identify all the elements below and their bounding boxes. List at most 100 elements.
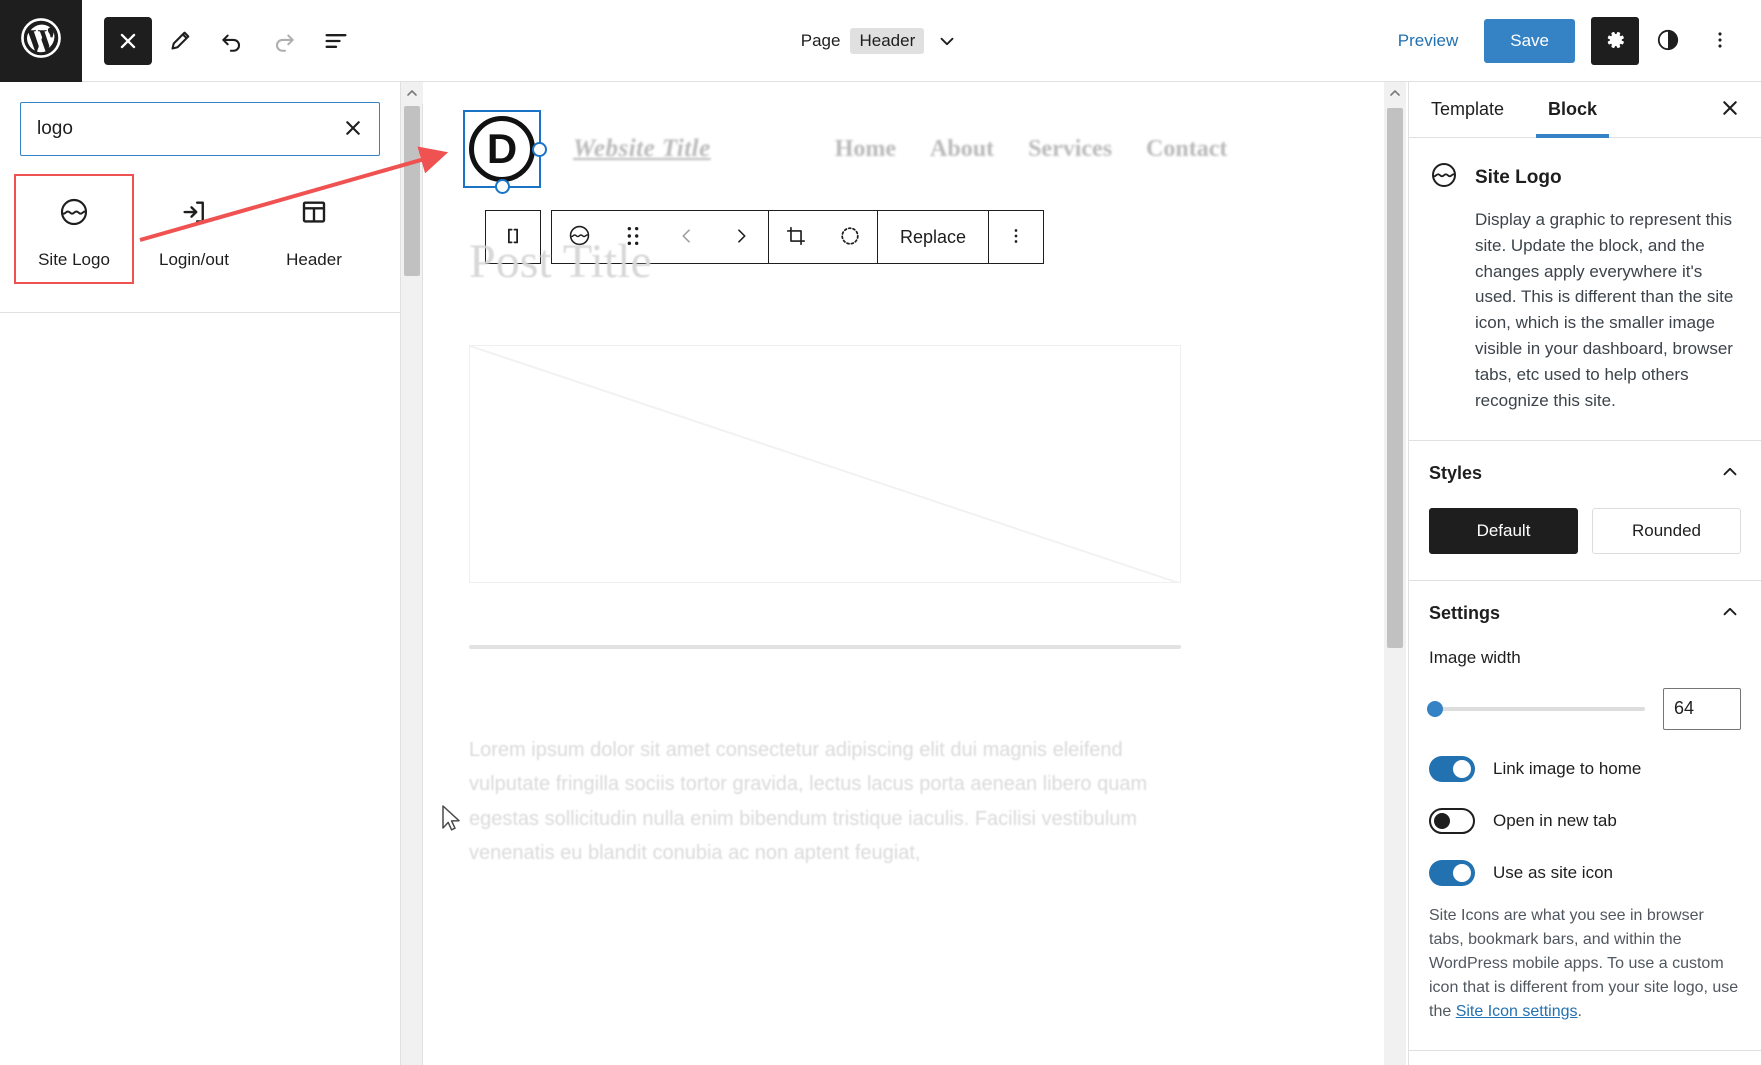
post-title-placeholder[interactable]: Post Title <box>469 234 1232 289</box>
settings-toggle-button[interactable] <box>1591 17 1639 65</box>
list-view-icon <box>322 27 350 55</box>
toggle-knob <box>1434 812 1450 829</box>
wordpress-site-editor: Page Header Preview Save logo Site Logo … <box>0 0 1761 1065</box>
block-item-label: Login/out <box>159 250 229 269</box>
scroll-up-arrow-icon[interactable] <box>1384 82 1406 104</box>
block-info-header: Site Logo <box>1429 160 1741 195</box>
settings-panel: Settings Image width Link image to home <box>1409 581 1761 1051</box>
settings-panel-header[interactable]: Settings <box>1429 601 1741 626</box>
settings-panel-title: Settings <box>1429 602 1501 623</box>
site-logo-image[interactable]: D <box>469 116 535 182</box>
nav-item-services[interactable]: Services <box>1028 136 1112 163</box>
block-inserter-panel: Site Logo Login/out Header <box>0 82 401 1065</box>
tab-block[interactable]: Block <box>1526 82 1619 138</box>
inspector-tabs: Template Block <box>1409 82 1761 138</box>
canvas-scrollbar[interactable] <box>401 82 423 1065</box>
nav-item-home[interactable]: Home <box>835 136 896 163</box>
toggle-row-link-image-to-home: Link image to home <box>1429 755 1741 782</box>
edit-mode-button[interactable] <box>156 17 204 65</box>
undo-button[interactable] <box>208 17 256 65</box>
site-navigation: Home About Services Contact <box>835 136 1228 163</box>
site-logo-block-selected[interactable]: D <box>463 110 547 194</box>
site-title-text[interactable]: Website Title <box>573 135 711 163</box>
close-icon <box>342 117 364 142</box>
block-item-header[interactable]: Header <box>254 174 374 284</box>
block-results-grid: Site Logo Login/out Header <box>0 156 400 304</box>
toggle-row-open-in-new-tab: Open in new tab <box>1429 807 1741 834</box>
clear-search-button[interactable] <box>330 106 376 152</box>
separator-rule <box>469 645 1181 649</box>
login-out-icon <box>179 196 209 228</box>
toggle-knob <box>1453 863 1471 882</box>
image-width-slider[interactable] <box>1427 700 1645 717</box>
toggle-open-in-new-tab[interactable] <box>1429 807 1475 834</box>
toggle-label: Use as site icon <box>1493 862 1613 882</box>
toggle-use-as-site-icon[interactable] <box>1429 859 1475 886</box>
toggle-label: Open in new tab <box>1493 810 1617 830</box>
site-icon-help-text: Site Icons are what you see in browser t… <box>1429 904 1741 1024</box>
chevron-up-icon <box>1719 601 1741 626</box>
document-chevron-down-icon[interactable] <box>934 28 960 54</box>
site-icon-settings-link[interactable]: Site Icon settings <box>1456 1003 1578 1020</box>
canvas-scroll-thumb[interactable] <box>404 106 420 276</box>
document-name-chip[interactable]: Header <box>850 28 925 54</box>
help-text-post: . <box>1577 1002 1582 1020</box>
block-item-label: Header <box>286 250 342 269</box>
wordpress-logo-button[interactable] <box>0 0 82 82</box>
block-info-card: Site Logo Display a graphic to represent… <box>1409 138 1761 441</box>
inserter-divider <box>0 312 400 313</box>
save-button[interactable]: Save <box>1484 19 1575 63</box>
block-item-site-logo[interactable]: Site Logo <box>14 174 134 284</box>
editor-top-bar: Page Header Preview Save <box>0 0 1761 82</box>
redo-button[interactable] <box>260 17 308 65</box>
close-sidebar-button[interactable] <box>1707 87 1753 133</box>
toggle-label: Link image to home <box>1493 758 1642 778</box>
document-type-label: Page <box>800 31 841 50</box>
preview-button[interactable]: Preview <box>1384 23 1472 59</box>
top-bar-right-tools: Preview Save <box>1384 0 1743 82</box>
gear-icon <box>1603 28 1627 55</box>
styles-panel-header[interactable]: Styles <box>1429 461 1741 486</box>
toggle-link-image-to-home[interactable] <box>1429 755 1475 782</box>
resize-handle-right[interactable] <box>532 142 547 157</box>
style-option-default[interactable]: Default <box>1429 507 1578 554</box>
site-header-row: D Website Title Home About Services Cont… <box>423 82 1232 194</box>
slider-knob[interactable] <box>1427 700 1443 717</box>
block-item-login-out[interactable]: Login/out <box>134 174 254 284</box>
block-inspector-sidebar: Template Block Site Logo Display a graph… <box>1384 82 1761 1065</box>
image-width-control <box>1427 687 1741 730</box>
style-option-rounded[interactable]: Rounded <box>1592 507 1741 554</box>
editor-canvas: D Website Title Home About Services Cont… <box>401 82 1232 1065</box>
more-options-button[interactable] <box>1697 18 1743 64</box>
nav-item-about[interactable]: About <box>930 136 994 163</box>
pencil-edit-icon <box>167 28 193 54</box>
site-logo-icon <box>58 196 90 228</box>
tab-template[interactable]: Template <box>1409 82 1526 138</box>
resize-handle-bottom[interactable] <box>495 179 510 194</box>
three-dots-vertical-icon <box>1709 29 1731 54</box>
toggle-knob <box>1453 759 1471 778</box>
image-width-input[interactable] <box>1663 687 1741 730</box>
toggle-row-use-as-site-icon: Use as site icon <box>1429 859 1741 886</box>
scroll-up-arrow-icon[interactable] <box>401 82 423 104</box>
inserter-search-wrap <box>0 82 400 156</box>
featured-image-placeholder[interactable] <box>469 345 1181 583</box>
search-box[interactable] <box>20 102 380 156</box>
close-icon <box>1719 97 1741 122</box>
list-view-button[interactable] <box>312 17 360 65</box>
header-layout-icon <box>299 196 329 228</box>
mouse-cursor-icon <box>441 804 463 839</box>
contrast-half-circle-icon <box>1656 28 1680 55</box>
top-bar-left-tools <box>82 16 360 65</box>
placeholder-diagonal-icon <box>470 346 1180 582</box>
site-logo-icon <box>1429 160 1459 195</box>
post-body-text[interactable]: Lorem ipsum dolor sit amet consectetur a… <box>469 733 1181 871</box>
inspector-scrollbar[interactable] <box>1384 82 1406 1065</box>
styles-button[interactable] <box>1645 18 1691 64</box>
canvas-content: D Website Title Home About Services Cont… <box>423 82 1232 1065</box>
inspector-scroll-thumb[interactable] <box>1387 108 1403 648</box>
nav-item-contact[interactable]: Contact <box>1146 136 1227 163</box>
search-input[interactable] <box>21 103 330 155</box>
close-editor-button[interactable] <box>104 16 152 65</box>
styles-panel: Styles Default Rounded <box>1409 441 1761 581</box>
